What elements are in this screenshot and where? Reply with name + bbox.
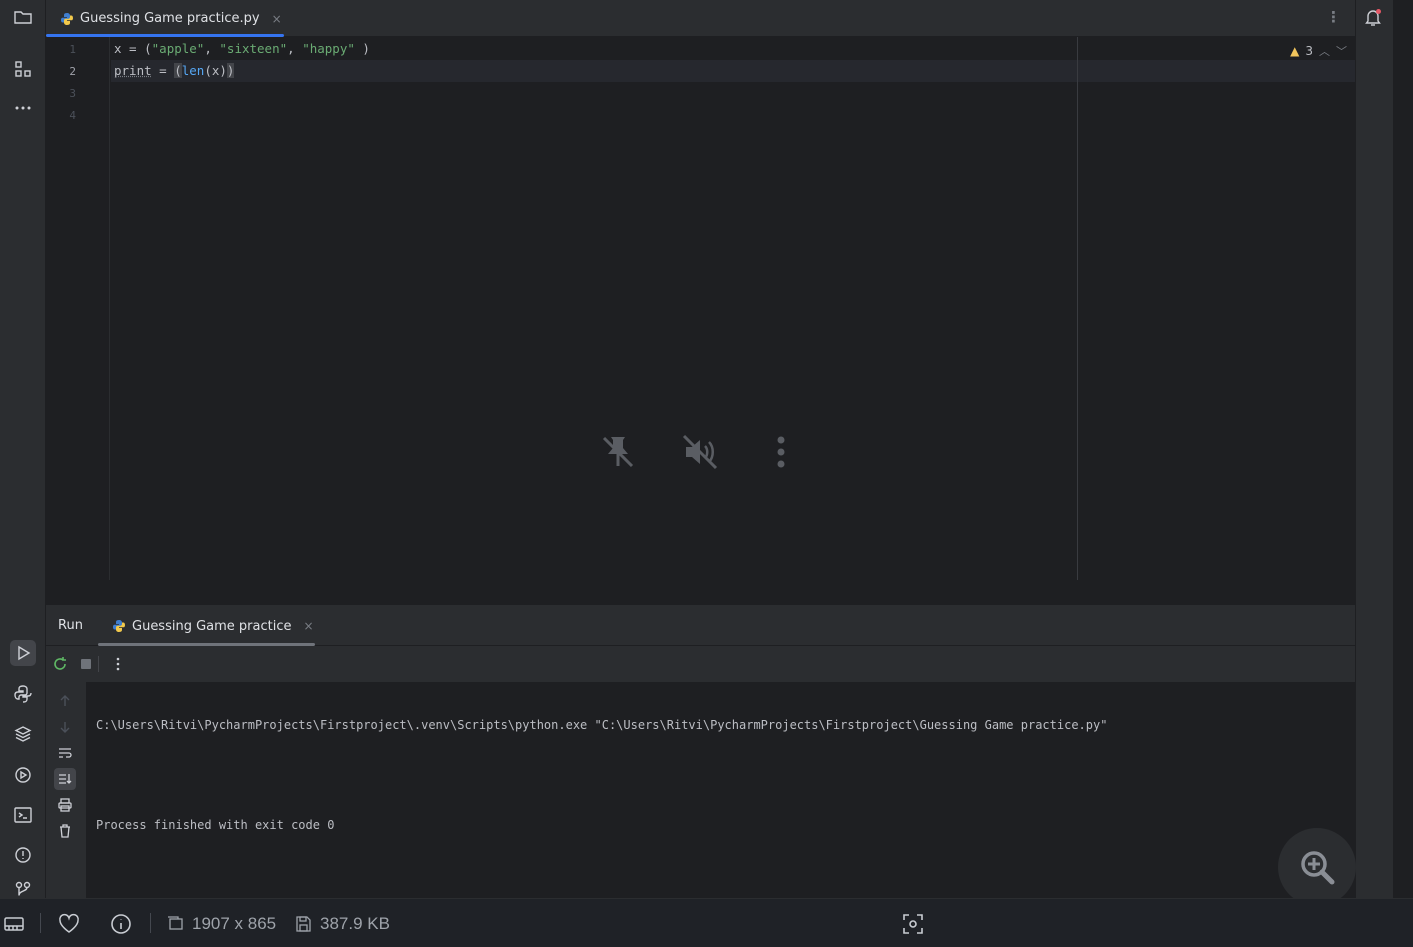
- next-highlight-icon[interactable]: ﹀: [1336, 43, 1347, 59]
- clear-all-icon[interactable]: [54, 820, 76, 842]
- services-icon[interactable]: [10, 762, 36, 788]
- close-tab-icon[interactable]: ×: [272, 12, 282, 26]
- run-more-icon[interactable]: [110, 656, 126, 672]
- right-tool-bar: [1355, 0, 1413, 898]
- run-tool-window: Run Guessing Game practice × C:\Users\Ri…: [46, 605, 1355, 899]
- more-options-icon[interactable]: [768, 432, 794, 472]
- run-tab-label: Guessing Game practice: [132, 618, 292, 634]
- terminal-icon[interactable]: [10, 802, 36, 828]
- code-line-1: x = ("apple", "sixteen", "happy" ): [114, 41, 370, 56]
- editor-tab-label: Guessing Game practice.py: [80, 11, 260, 26]
- overlay-controls: [598, 432, 798, 472]
- warning-icon: ▲: [1290, 44, 1300, 58]
- soft-wrap-icon[interactable]: [54, 742, 76, 764]
- close-run-tab-icon[interactable]: ×: [304, 619, 314, 633]
- scroll-down-icon[interactable]: [54, 716, 76, 738]
- line-number: 1: [69, 43, 76, 56]
- dimensions-icon: [168, 915, 183, 930]
- mute-icon[interactable]: [680, 432, 720, 472]
- problems-icon[interactable]: [10, 842, 36, 868]
- line-number: 2: [69, 65, 76, 78]
- line-number-gutter: 1 2 3 4: [46, 37, 110, 580]
- dimensions-text: 1907 x 865: [192, 913, 277, 933]
- console-exit-line: Process finished with exit code 0: [96, 818, 335, 832]
- python-console-icon[interactable]: [10, 681, 36, 707]
- console-side-toolbar: [46, 682, 86, 899]
- more-tools-icon[interactable]: [10, 95, 36, 121]
- python-file-icon: [61, 12, 73, 25]
- file-size-text: 387.9 KB: [320, 913, 390, 933]
- file-info-icon[interactable]: [110, 899, 132, 947]
- unpin-icon[interactable]: [598, 432, 638, 472]
- python-run-config-icon: [113, 620, 125, 632]
- stop-icon[interactable]: [78, 656, 94, 672]
- viewer-divider: [40, 913, 41, 933]
- line-number: 3: [69, 87, 76, 100]
- zoom-in-icon: [1301, 851, 1335, 885]
- save-disk-icon: [296, 915, 311, 932]
- run-toolbar: [46, 646, 1355, 682]
- code-editor[interactable]: 1 2 3 4 x = ("apple", "sixteen", "happy"…: [46, 37, 1355, 580]
- python-packages-icon[interactable]: [10, 721, 36, 747]
- rerun-icon[interactable]: [52, 656, 68, 672]
- file-size: 387.9 KB: [294, 899, 390, 947]
- favorite-icon[interactable]: [58, 899, 80, 947]
- code-line-2: print = (len(x)): [114, 63, 235, 78]
- previous-highlight-icon[interactable]: ︿: [1319, 43, 1330, 59]
- editor-tab-bar: Guessing Game practice.py × ⋮: [46, 0, 1355, 37]
- line-number: 4: [69, 109, 76, 122]
- run-tab-guessing-game[interactable]: Guessing Game practice ×: [98, 606, 315, 646]
- version-control-icon[interactable]: [10, 880, 36, 898]
- run-title: Run: [58, 618, 83, 633]
- print-icon[interactable]: [54, 794, 76, 816]
- structure-icon[interactable]: [10, 56, 36, 82]
- editor-tab-guessing-game[interactable]: Guessing Game practice.py ×: [46, 0, 284, 37]
- run-tool-icon[interactable]: [10, 640, 36, 666]
- right-tool-strip: [1355, 0, 1393, 898]
- left-tool-bar: [0, 0, 46, 898]
- warning-count: 3: [1305, 44, 1313, 58]
- project-folder-icon[interactable]: [10, 4, 36, 30]
- right-margin-guide: [1077, 37, 1078, 580]
- scroll-up-icon[interactable]: [54, 690, 76, 712]
- toolbar-divider: [98, 656, 99, 672]
- filmstrip-icon[interactable]: [4, 899, 24, 947]
- notifications-icon[interactable]: [1360, 4, 1386, 30]
- image-viewer-bar: 1907 x 865 387.9 KB: [0, 898, 1413, 947]
- console-output[interactable]: C:\Users\Ritvi\PycharmProjects\Firstproj…: [96, 686, 1107, 864]
- tab-options-icon[interactable]: ⋮: [1326, 8, 1341, 26]
- viewer-margin: [1393, 0, 1413, 898]
- zoom-in-button[interactable]: [1278, 828, 1356, 906]
- crop-scan-icon[interactable]: [902, 899, 924, 947]
- viewer-divider: [150, 913, 151, 933]
- scroll-to-end-icon[interactable]: [54, 768, 76, 790]
- image-dimensions: 1907 x 865: [166, 899, 276, 947]
- inspections-widget[interactable]: ▲ 3 ︿ ﹀: [1290, 43, 1347, 59]
- run-header: Run Guessing Game practice ×: [46, 606, 1355, 646]
- current-line-highlight: [111, 60, 1355, 82]
- console-command-line: C:\Users\Ritvi\PycharmProjects\Firstproj…: [96, 718, 1108, 732]
